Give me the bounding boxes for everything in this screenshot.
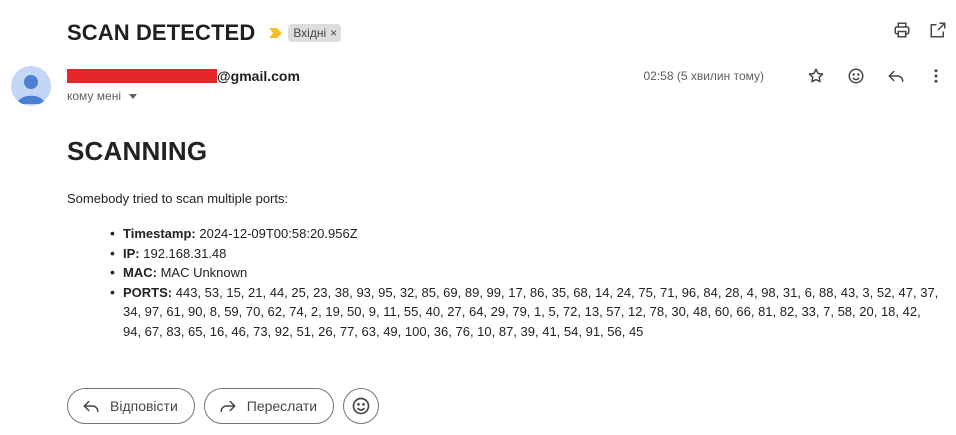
fact-value: 192.168.31.48 [143, 245, 227, 261]
reply-button-label: Відповісти [110, 398, 178, 414]
list-item-mac: MAC: MAC Unknown [110, 263, 942, 283]
print-icon[interactable] [892, 20, 912, 40]
importance-marker-icon[interactable] [269, 27, 283, 39]
list-item-ip: IP: 192.168.31.48 [110, 244, 942, 264]
fact-label: PORTS: [123, 284, 173, 300]
sender-email-suffix: @gmail.com [217, 67, 300, 84]
fact-value: MAC Unknown [160, 265, 248, 280]
list-item-timestamp: Timestamp: 2024-12-09T00:58:20.956Z [110, 224, 942, 244]
reply-icon [83, 400, 99, 412]
redacted-sender-name [67, 68, 217, 83]
message-meta: 02:58 (5 хвилин тому) [643, 66, 946, 86]
message-intro: Somebody tried to scan multiple ports: [67, 191, 289, 206]
emoji-icon [352, 397, 370, 415]
subject-row: SCAN DETECTED Вхідні × [67, 20, 342, 46]
forward-icon [220, 400, 236, 412]
remove-label-button[interactable]: × [330, 26, 337, 40]
reply-icon[interactable] [886, 66, 906, 86]
scan-details-list: Timestamp: 2024-12-09T00:58:20.956Z IP: … [110, 224, 942, 342]
fact-label: IP: [123, 245, 140, 261]
forward-button[interactable]: Переслати [203, 388, 335, 424]
more-vert-icon[interactable] [926, 66, 946, 86]
label-chip-inbox[interactable]: Вхідні × [288, 24, 342, 42]
reply-actions: Відповісти Переслати [67, 388, 380, 424]
emoji-reaction-button[interactable] [343, 388, 380, 424]
thread-actions [892, 20, 948, 40]
fact-value: 443, 53, 15, 21, 44, 25, 23, 38, 93, 95,… [123, 284, 939, 339]
sender-avatar[interactable] [11, 66, 51, 106]
fact-label: Timestamp: [123, 226, 196, 241]
message-heading: SCANNING [67, 136, 208, 166]
message-time: 02:58 (5 хвилин тому) [643, 69, 764, 83]
email-subject: SCAN DETECTED [67, 20, 256, 45]
fact-label: MAC: [123, 265, 157, 280]
emoji-icon[interactable] [846, 66, 866, 86]
sender-address[interactable]: @gmail.com [67, 67, 300, 84]
message-body: SCANNING Somebody tried to scan multiple… [67, 136, 942, 341]
reply-button[interactable]: Відповісти [67, 388, 195, 424]
star-icon[interactable] [806, 66, 826, 86]
recipient-details-toggle[interactable]: кому мені [67, 89, 137, 103]
open-in-new-window-icon[interactable] [928, 20, 948, 40]
label-chip-text: Вхідні [293, 26, 327, 40]
fact-value: 2024-12-09T00:58:20.956Z [199, 226, 358, 241]
chevron-down-icon [129, 93, 137, 99]
recipient-label: кому мені [67, 89, 121, 103]
forward-button-label: Переслати [246, 398, 318, 414]
list-item-ports: PORTS: 443, 53, 15, 21, 44, 25, 23, 38, … [110, 283, 942, 342]
